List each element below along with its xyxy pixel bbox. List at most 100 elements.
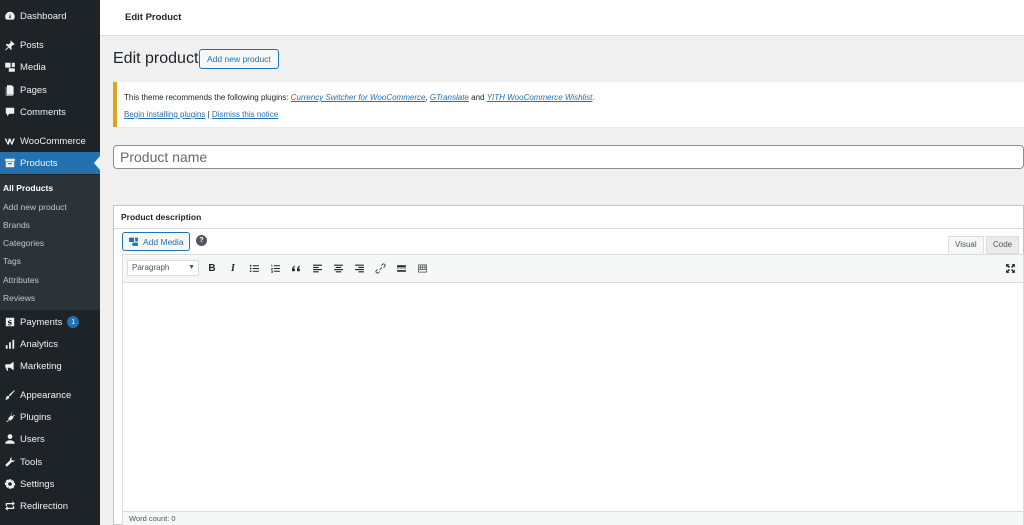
- notice-actions: Begin installing plugins | Dismiss this …: [124, 110, 278, 119]
- numbered-list-icon[interactable]: [268, 261, 282, 275]
- submenu-all-products[interactable]: All Products: [3, 183, 53, 193]
- menu-item-dashboard[interactable]: Dashboard: [0, 5, 100, 27]
- submenu-brands[interactable]: Brands: [3, 220, 30, 230]
- notice-prefix: This theme recommends the following plug…: [124, 93, 291, 102]
- menu-label: Dashboard: [20, 10, 67, 22]
- align-left-icon[interactable]: [310, 261, 324, 275]
- menu-item-redirection[interactable]: Redirection: [0, 495, 100, 517]
- dashboard-icon: [3, 10, 16, 23]
- menu-label: Redirection: [20, 500, 69, 512]
- settings-icon: [3, 478, 16, 491]
- menu-item-payments[interactable]: Payments 1: [0, 311, 100, 333]
- editor-content-area[interactable]: [122, 282, 1024, 512]
- tab-code[interactable]: Code: [986, 236, 1020, 254]
- payments-badge: 1: [67, 316, 80, 328]
- plug-icon: [3, 411, 16, 424]
- notice-message: This theme recommends the following plug…: [124, 93, 595, 102]
- menu-item-woocommerce[interactable]: WooCommerce: [0, 130, 100, 152]
- menu-item-settings[interactable]: Settings: [0, 473, 100, 495]
- plugin-link-yith-wishlist[interactable]: YITH WooCommerce Wishlist: [487, 93, 593, 102]
- add-media-button[interactable]: Add Media: [122, 232, 190, 251]
- tab-visual[interactable]: Visual: [948, 236, 984, 254]
- menu-label: Appearance: [20, 389, 72, 401]
- archive-icon: [3, 157, 16, 170]
- divider: [114, 228, 1023, 229]
- description-title: Product description: [121, 212, 202, 222]
- dropdown-arrow-icon: ▼: [188, 264, 195, 271]
- format-select[interactable]: Paragraph ▼: [127, 260, 199, 276]
- user-icon: [3, 433, 16, 446]
- comments-icon: [3, 106, 16, 119]
- product-description-box: Product description Add Media ? Visual C…: [113, 205, 1024, 525]
- redirect-icon: [3, 500, 16, 513]
- product-name-input[interactable]: Product name: [113, 145, 1024, 169]
- submenu-reviews[interactable]: Reviews: [3, 293, 35, 303]
- menu-item-posts[interactable]: Posts: [0, 34, 100, 56]
- read-more-icon[interactable]: [394, 261, 408, 275]
- dollar-icon: [3, 316, 16, 329]
- menu-item-users[interactable]: Users: [0, 428, 100, 450]
- bulleted-list-icon[interactable]: [247, 261, 261, 275]
- notice-separator: and: [468, 93, 487, 102]
- menu-label: Comments: [20, 106, 66, 118]
- menu-label: Payments: [20, 316, 63, 328]
- notice-suffix: .: [592, 93, 595, 102]
- menu-label: WooCommerce: [20, 135, 86, 147]
- bar-chart-icon: [3, 338, 16, 351]
- products-submenu: All Products Add new product Brands Cate…: [0, 175, 100, 310]
- menu-label: Tools: [20, 456, 43, 468]
- submenu-attributes[interactable]: Attributes: [3, 275, 39, 285]
- submenu-tags[interactable]: Tags: [3, 256, 21, 266]
- menu-label: Settings: [20, 478, 55, 490]
- megaphone-icon: [3, 360, 16, 373]
- bold-icon[interactable]: B: [205, 261, 219, 275]
- align-right-icon[interactable]: [352, 261, 366, 275]
- plugin-link-currency-switcher[interactable]: Currency Switcher for WooCommerce: [291, 93, 426, 102]
- help-icon[interactable]: ?: [196, 235, 207, 246]
- menu-item-media[interactable]: Media: [0, 56, 100, 78]
- menu-item-marketing[interactable]: Marketing: [0, 355, 100, 377]
- link-icon[interactable]: [373, 261, 387, 275]
- plugin-link-gtranslate[interactable]: GTranslate: [430, 93, 469, 102]
- brush-icon: [3, 389, 16, 402]
- woocommerce-icon: [3, 135, 16, 148]
- dismiss-notice-link[interactable]: Dismiss this notice: [212, 110, 278, 119]
- menu-item-analytics[interactable]: Analytics: [0, 333, 100, 355]
- add-media-label: Add Media: [143, 236, 184, 247]
- pages-icon: [3, 84, 16, 97]
- menu-item-plugins[interactable]: Plugins: [0, 406, 100, 428]
- wrench-icon: [3, 456, 16, 469]
- page-title: Edit product: [113, 50, 199, 67]
- italic-icon[interactable]: I: [226, 261, 240, 275]
- menu-item-comments[interactable]: Comments: [0, 101, 100, 123]
- menu-item-products[interactable]: Products: [0, 152, 100, 174]
- toolbar-toggle-icon[interactable]: [415, 261, 429, 275]
- menu-item-appearance[interactable]: Appearance: [0, 384, 100, 406]
- submenu-add-new-product[interactable]: Add new product: [3, 202, 67, 212]
- top-header-bar: Edit Product: [100, 0, 1024, 36]
- add-new-product-button[interactable]: Add new product: [199, 49, 279, 69]
- submenu-categories[interactable]: Categories: [3, 238, 44, 248]
- format-value: Paragraph: [132, 263, 170, 272]
- media-icon: [3, 61, 16, 74]
- menu-label: Media: [20, 61, 46, 73]
- menu-label: Posts: [20, 39, 44, 51]
- menu-label: Users: [20, 433, 45, 445]
- align-center-icon[interactable]: [331, 261, 345, 275]
- fullscreen-icon[interactable]: [1003, 261, 1017, 275]
- admin-sidebar: Dashboard Posts Media Pages Comments Woo…: [0, 0, 100, 525]
- menu-label: Marketing: [20, 360, 62, 372]
- menu-item-pages[interactable]: Pages: [0, 79, 100, 101]
- menu-label: Products: [20, 157, 58, 169]
- pin-icon: [3, 39, 16, 52]
- menu-item-tools[interactable]: Tools: [0, 451, 100, 473]
- editor-toolbar: Paragraph ▼ B I: [122, 254, 1024, 282]
- menu-label: Pages: [20, 84, 47, 96]
- menu-label: Analytics: [20, 338, 59, 350]
- blockquote-icon[interactable]: [289, 261, 303, 275]
- menu-label: Plugins: [20, 411, 52, 423]
- media-icon: [128, 236, 139, 247]
- header-title: Edit Product: [125, 12, 182, 23]
- plugin-notice: This theme recommends the following plug…: [113, 82, 1024, 127]
- begin-installing-link[interactable]: Begin installing plugins: [124, 110, 205, 119]
